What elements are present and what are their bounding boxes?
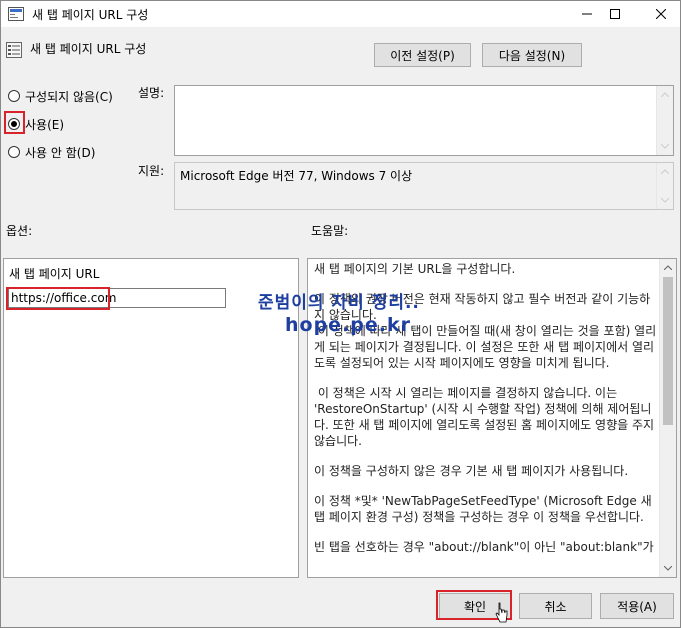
apply-button[interactable]: 적용(A) bbox=[600, 593, 674, 619]
scroll-down-icon bbox=[661, 198, 669, 203]
comment-label: 설명: bbox=[138, 86, 165, 100]
close-button[interactable] bbox=[638, 1, 681, 27]
help-scrollbar[interactable] bbox=[659, 259, 676, 577]
watermark-text: 준범이의 자비 정리.. bbox=[258, 293, 420, 313]
help-paragraph: 빈 탭을 선호하는 경우 "about://blank"이 아닌 "about:… bbox=[314, 540, 654, 554]
radio-disabled[interactable]: 사용 안 함(D) bbox=[8, 143, 128, 161]
supported-label: 지원: bbox=[138, 164, 165, 178]
radio-not-configured-label: 구성되지 않음(C) bbox=[25, 89, 113, 104]
title-bar: 새 탭 페이지 URL 구성 bbox=[1, 1, 680, 27]
mouse-cursor-icon bbox=[495, 602, 508, 623]
setting-title: 새 탭 페이지 URL 구성 bbox=[30, 42, 147, 56]
options-section-label: 옵션: bbox=[6, 224, 33, 238]
supported-scrollbar[interactable] bbox=[656, 163, 673, 209]
supported-value: Microsoft Edge 버전 77, Windows 7 이상 bbox=[180, 169, 413, 183]
help-scroll-thumb[interactable] bbox=[663, 277, 673, 425]
setting-icon bbox=[6, 42, 22, 58]
maximize-button[interactable] bbox=[592, 1, 638, 27]
comment-textarea[interactable] bbox=[174, 85, 674, 156]
url-highlight-box bbox=[6, 287, 110, 310]
maximize-icon bbox=[610, 9, 620, 19]
scroll-up-icon bbox=[661, 92, 669, 97]
radio-not-configured[interactable]: 구성되지 않음(C) bbox=[8, 87, 128, 105]
minimize-icon bbox=[582, 13, 592, 15]
help-paragraph: 새 탭 페이지의 기본 URL을 구성합니다. bbox=[314, 262, 516, 276]
policy-app-icon bbox=[8, 7, 24, 21]
help-paragraph: 이 정책은 시작 시 열리는 페이지를 결정하지 않습니다. 이는 'Resto… bbox=[314, 386, 658, 448]
cancel-button[interactable]: 취소 bbox=[519, 593, 592, 619]
window-title: 새 탭 페이지 URL 구성 bbox=[32, 8, 149, 22]
scroll-up-icon bbox=[661, 169, 669, 174]
help-section-label: 도움말: bbox=[311, 224, 349, 238]
scroll-up-icon bbox=[664, 265, 672, 270]
previous-setting-button[interactable]: 이전 설정(P) bbox=[374, 43, 471, 67]
help-paragraph: 이 정책을 구성하지 않은 경우 기본 새 탭 페이지가 사용됩니다. bbox=[314, 464, 629, 478]
radio-button-icon bbox=[8, 90, 20, 102]
close-icon bbox=[656, 9, 666, 19]
new-tab-url-label: 새 탭 페이지 URL bbox=[9, 267, 100, 281]
radio-enabled[interactable]: 사용(E) bbox=[8, 115, 128, 133]
scroll-down-icon bbox=[664, 566, 672, 571]
supported-box: Microsoft Edge 버전 77, Windows 7 이상 bbox=[174, 162, 674, 210]
help-paragraph: 이 정책 *및* 'NewTabPageSetFeedType' (Micros… bbox=[314, 494, 656, 524]
radio-highlight-box bbox=[4, 111, 25, 134]
radio-button-icon bbox=[8, 146, 20, 158]
watermark-url: hope.pe.kr bbox=[285, 314, 411, 336]
radio-disabled-label: 사용 안 함(D) bbox=[25, 145, 96, 160]
next-setting-button[interactable]: 다음 설정(N) bbox=[482, 43, 582, 67]
scroll-down-icon bbox=[661, 144, 669, 149]
comment-scrollbar[interactable] bbox=[656, 86, 673, 155]
radio-enabled-label: 사용(E) bbox=[25, 117, 65, 132]
